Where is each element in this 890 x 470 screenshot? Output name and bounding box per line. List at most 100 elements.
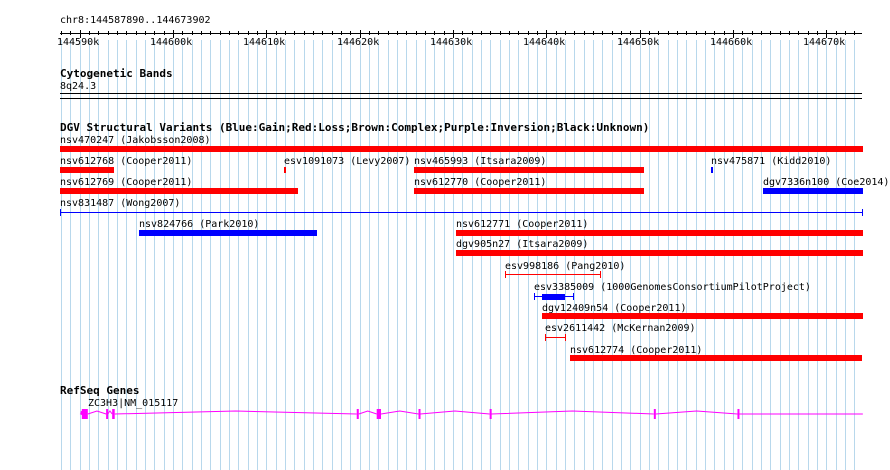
dgv-variant-endcap bbox=[505, 271, 506, 278]
dgv-variant-bar[interactable] bbox=[60, 188, 298, 194]
dgv-variant-label[interactable]: nsv824766 (Park2010) bbox=[139, 219, 259, 230]
minor-tick bbox=[798, 31, 799, 35]
minor-tick bbox=[817, 31, 818, 35]
dgv-variant-label[interactable]: nsv612770 (Cooper2011) bbox=[414, 177, 546, 188]
gene-exon bbox=[489, 409, 492, 419]
minor-tick bbox=[556, 31, 557, 35]
dgv-variant-bar[interactable] bbox=[542, 313, 863, 319]
minor-tick bbox=[490, 31, 491, 35]
minor-tick bbox=[854, 31, 855, 35]
minor-tick bbox=[294, 31, 295, 35]
dgv-variant-line[interactable] bbox=[60, 212, 863, 213]
minor-tick bbox=[164, 31, 165, 35]
dgv-variant-label[interactable]: esv3385009 (1000GenomesConsortiumPilotPr… bbox=[534, 282, 811, 293]
dgv-variant-thick-segment[interactable] bbox=[542, 294, 565, 300]
gene-intron bbox=[491, 410, 654, 415]
dgv-variant-endcap bbox=[60, 209, 61, 216]
dgv-variant-bar[interactable] bbox=[139, 230, 317, 236]
dgv-variant-label[interactable]: nsv612769 (Cooper2011) bbox=[60, 177, 192, 188]
minor-tick bbox=[472, 31, 473, 35]
minor-tick bbox=[117, 31, 118, 35]
minor-tick bbox=[770, 31, 771, 35]
tick-label: 144590k bbox=[57, 37, 100, 48]
minor-tick bbox=[593, 31, 594, 35]
minor-tick bbox=[752, 31, 753, 35]
dgv-variant-bar[interactable] bbox=[763, 188, 863, 194]
gene-intron bbox=[87, 410, 107, 415]
tick-label: 144650k bbox=[617, 37, 660, 48]
minor-tick bbox=[285, 31, 286, 35]
minor-tick bbox=[220, 31, 221, 35]
dgv-variant-label[interactable]: esv2611442 (McKernan2009) bbox=[545, 323, 696, 334]
dgv-variant-label[interactable]: nsv831487 (Wong2007) bbox=[60, 198, 180, 209]
gene-intron bbox=[107, 410, 113, 415]
minor-tick bbox=[136, 31, 137, 35]
dgv-variant-bar[interactable] bbox=[60, 167, 114, 173]
tick-label: 144600k bbox=[150, 37, 193, 48]
dgv-variant-bar[interactable] bbox=[570, 355, 862, 361]
dgv-variant-label[interactable]: nsv612771 (Cooper2011) bbox=[456, 219, 588, 230]
minor-tick bbox=[201, 31, 202, 35]
dgv-variant-bar[interactable] bbox=[456, 250, 863, 256]
minor-tick bbox=[425, 31, 426, 35]
dgv-track-title: DGV Structural Variants (Blue:Gain;Red:L… bbox=[60, 121, 650, 134]
minor-tick bbox=[500, 31, 501, 35]
minor-tick bbox=[434, 31, 435, 35]
dgv-variant-line[interactable] bbox=[505, 274, 601, 275]
dgv-variant-label[interactable]: nsv470247 (Jakobsson2008) bbox=[60, 135, 211, 146]
minor-tick bbox=[705, 31, 706, 35]
dgv-variant-endcap bbox=[600, 271, 601, 278]
dgv-variant-label[interactable]: esv998186 (Pang2010) bbox=[505, 261, 625, 272]
dgv-variant-endcap bbox=[862, 209, 863, 216]
dgv-variant-label[interactable]: esv1091073 (Levy2007) bbox=[284, 156, 410, 167]
minor-tick bbox=[528, 31, 529, 35]
dgv-variant-bar[interactable] bbox=[284, 167, 286, 173]
gene-intron bbox=[114, 410, 357, 415]
gene-exon bbox=[81, 409, 88, 419]
minor-tick bbox=[668, 31, 669, 35]
gene-intron bbox=[420, 410, 490, 415]
minor-tick bbox=[481, 31, 482, 35]
dgv-variant-endcap bbox=[545, 334, 546, 341]
genome-browser-panel: chr8:144587890..144673902 144590k 144600k… bbox=[0, 0, 890, 470]
dgv-variant-bar[interactable] bbox=[60, 146, 863, 152]
minor-tick bbox=[621, 31, 622, 35]
gene-exon bbox=[106, 409, 109, 419]
minor-tick bbox=[210, 31, 211, 35]
minor-tick bbox=[836, 31, 837, 35]
cytoband-outline-top bbox=[60, 93, 862, 94]
dgv-variant-endcap bbox=[565, 334, 566, 341]
minor-tick bbox=[789, 31, 790, 35]
tick-label: 144660k bbox=[710, 37, 753, 48]
minor-tick bbox=[70, 31, 71, 35]
minor-tick bbox=[518, 31, 519, 35]
minor-tick bbox=[509, 31, 510, 35]
minor-tick bbox=[350, 31, 351, 35]
minor-tick bbox=[108, 31, 109, 35]
minor-tick bbox=[444, 31, 445, 35]
minor-tick bbox=[154, 31, 155, 35]
gene-model[interactable] bbox=[0, 405, 890, 425]
minor-tick bbox=[565, 31, 566, 35]
minor-tick bbox=[313, 31, 314, 35]
minor-tick bbox=[248, 31, 249, 35]
cytoband-label: 8q24.3 bbox=[60, 81, 97, 92]
dgv-variant-bar[interactable] bbox=[414, 188, 644, 194]
gene-exon bbox=[112, 409, 115, 419]
dgv-variant-bar[interactable] bbox=[414, 167, 644, 173]
dgv-variant-endcap bbox=[573, 293, 574, 300]
dgv-variant-label[interactable]: nsv612768 (Cooper2011) bbox=[60, 156, 192, 167]
dgv-variant-label[interactable]: nsv465993 (Itsara2009) bbox=[414, 156, 546, 167]
dgv-variant-bar[interactable] bbox=[711, 167, 713, 173]
minor-tick bbox=[145, 31, 146, 35]
dgv-variant-label[interactable]: dgv905n27 (Itsara2009) bbox=[456, 239, 588, 250]
minor-tick bbox=[341, 31, 342, 35]
dgv-variant-label[interactable]: dgv7336n100 (Coe2014) bbox=[763, 177, 889, 188]
minor-tick bbox=[696, 31, 697, 35]
minor-tick bbox=[724, 31, 725, 35]
dgv-variant-label[interactable]: nsv475871 (Kidd2010) bbox=[711, 156, 831, 167]
dgv-variant-line[interactable] bbox=[545, 337, 566, 338]
dgv-variant-endcap bbox=[534, 293, 535, 300]
dgv-variant-bar[interactable] bbox=[456, 230, 863, 236]
minor-tick bbox=[780, 31, 781, 35]
